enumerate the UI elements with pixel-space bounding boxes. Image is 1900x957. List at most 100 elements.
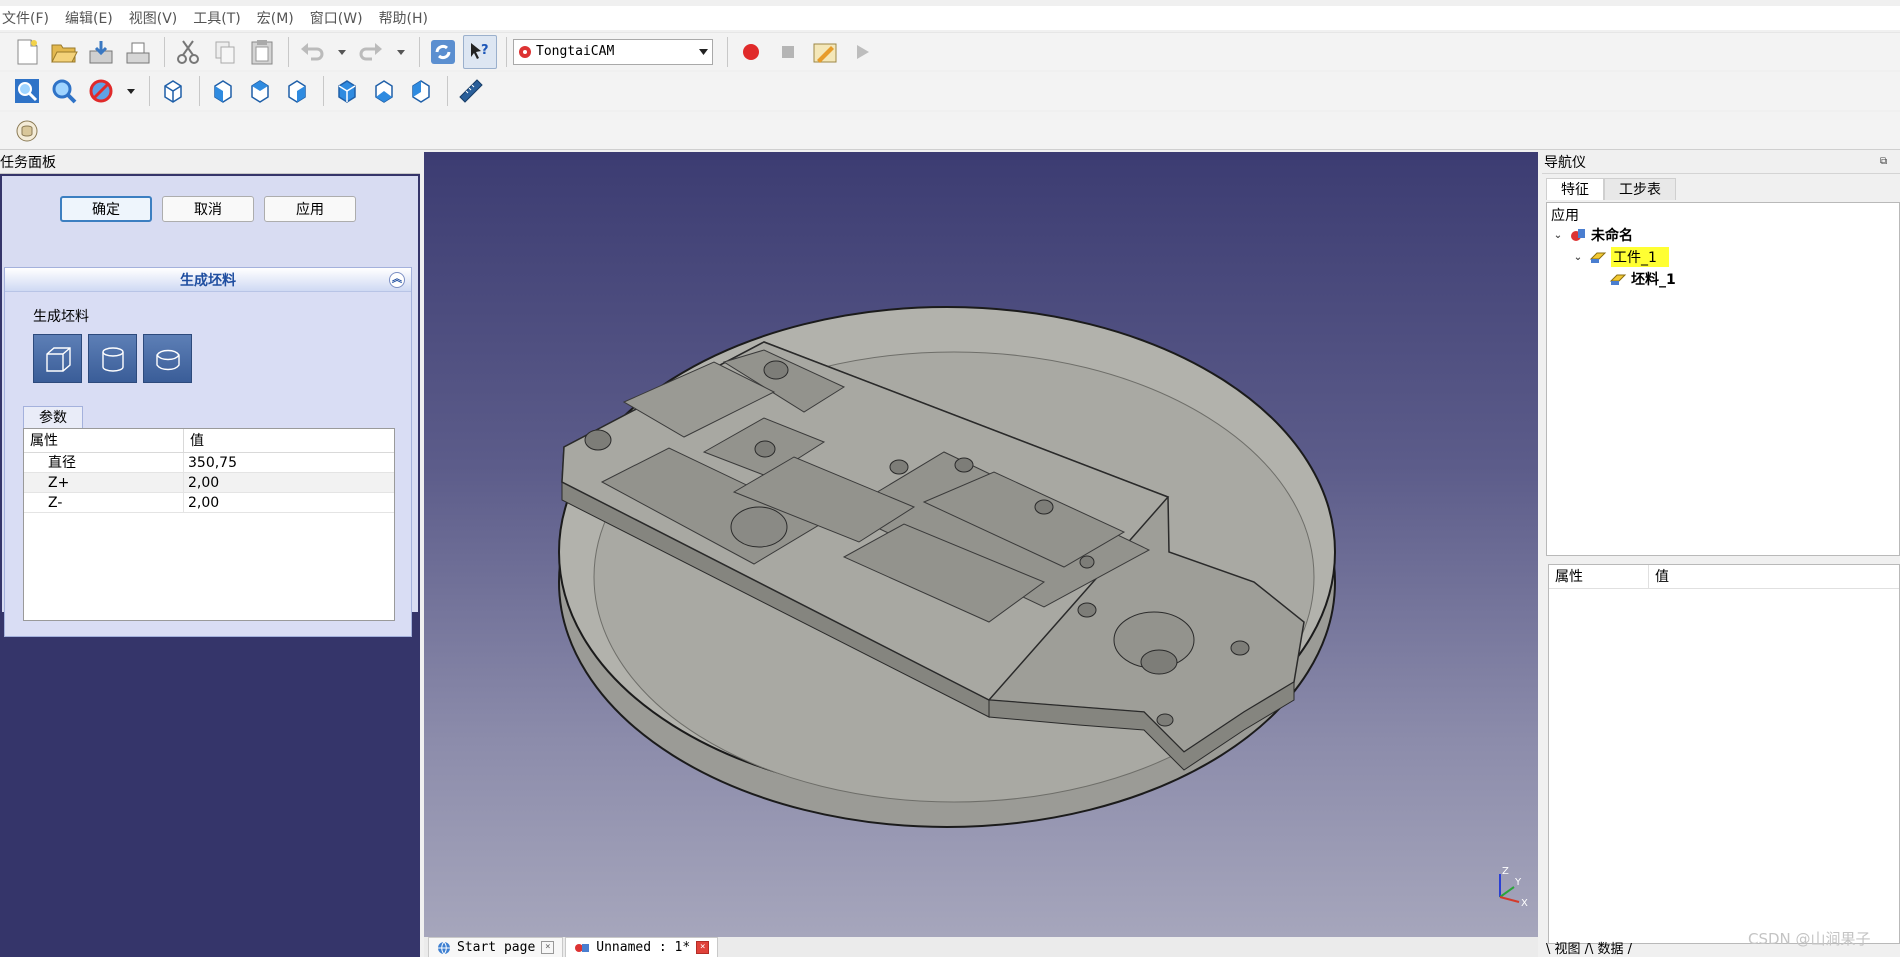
right-view-icon[interactable]: [280, 74, 314, 108]
left-view-icon[interactable]: [404, 74, 438, 108]
navigator-title-label: 导航仪: [1544, 155, 1586, 171]
tab-operations[interactable]: 工步表: [1604, 178, 1676, 200]
isometric-view-icon[interactable]: [156, 74, 190, 108]
menu-file[interactable]: 文件(F): [2, 8, 57, 28]
redo-dropdown-icon[interactable]: [391, 35, 411, 69]
rear-view-icon[interactable]: [330, 74, 364, 108]
group-title[interactable]: 生成坯料 ︽: [5, 268, 411, 292]
save-icon[interactable]: [84, 35, 118, 69]
copy-icon[interactable]: [208, 35, 242, 69]
box-stock-button[interactable]: [33, 334, 82, 383]
table-row[interactable]: 直径 350,75: [24, 453, 394, 473]
column-header-property: 属性: [1549, 565, 1649, 588]
axis-x-label: X: [1521, 898, 1528, 909]
tree-item-document[interactable]: ⌄ 未命名: [1551, 225, 1633, 245]
cut-icon[interactable]: [171, 35, 205, 69]
tab-unnamed[interactable]: Unnamed : 1* ×: [565, 937, 719, 957]
workbench-toolbar: [0, 112, 1900, 150]
apply-button[interactable]: 应用: [264, 196, 356, 222]
new-file-icon[interactable]: [10, 35, 44, 69]
property-view-tabs[interactable]: \ 视图 /\ 数据 /: [1546, 942, 1632, 957]
document-icon: [575, 943, 590, 952]
document-tab-bar: Start page × Unnamed : 1* ×: [424, 937, 1538, 957]
tree-item-label: 坯料_1: [1631, 272, 1676, 288]
task-panel: 任务面板 确定 取消 应用 生成坯料 ︽ 生成坯料 参数 属性 值 直径 350…: [0, 152, 420, 957]
menu-help[interactable]: 帮助(H): [371, 8, 436, 28]
cancel-button[interactable]: 取消: [162, 196, 254, 222]
stock-shape-buttons: [33, 334, 192, 383]
save-as-icon[interactable]: [121, 35, 155, 69]
refresh-icon[interactable]: [426, 35, 460, 69]
redo-icon[interactable]: [354, 35, 388, 69]
column-header-property: 属性: [24, 429, 184, 452]
box-stock-icon: [45, 346, 71, 372]
menu-view[interactable]: 视图(V): [121, 8, 186, 28]
collapse-icon[interactable]: ︽: [389, 272, 405, 288]
measure-icon[interactable]: [454, 74, 488, 108]
menu-edit[interactable]: 编辑(E): [57, 8, 121, 28]
tab-start-page[interactable]: Start page ×: [428, 937, 564, 957]
paste-icon[interactable]: [245, 35, 279, 69]
draw-style-dropdown-icon[interactable]: [121, 74, 141, 108]
property-value[interactable]: 2,00: [184, 493, 219, 512]
workbench-selector[interactable]: TongtaiCAM: [513, 38, 713, 65]
stock-icon: [1609, 271, 1627, 287]
menu-window[interactable]: 窗口(W): [302, 8, 371, 28]
part-icon[interactable]: [10, 114, 44, 148]
menu-macro[interactable]: 宏(M): [249, 8, 302, 28]
toolbar-separator: [506, 36, 507, 67]
extrusion-stock-button[interactable]: [143, 334, 192, 383]
table-row[interactable]: Z+ 2,00: [24, 473, 394, 493]
edit-macro-icon[interactable]: [808, 35, 842, 69]
chevron-down-icon: [699, 48, 708, 55]
property-value[interactable]: 350,75: [184, 453, 237, 472]
toolbar-separator: [288, 36, 289, 67]
undo-icon[interactable]: [295, 35, 329, 69]
tree-item-label: 未命名: [1591, 228, 1633, 244]
chevron-down-icon[interactable]: ⌄: [1551, 230, 1565, 241]
stop-macro-icon[interactable]: [771, 35, 805, 69]
axis-z-label: Z: [1502, 866, 1509, 877]
undo-dropdown-icon[interactable]: [332, 35, 352, 69]
tab-parameters[interactable]: 参数: [23, 406, 83, 428]
menu-tools[interactable]: 工具(T): [185, 8, 248, 28]
fit-selection-icon[interactable]: [47, 74, 81, 108]
tree-item-stock[interactable]: 坯料_1: [1609, 269, 1676, 289]
float-panel-icon[interactable]: ⧉: [1880, 156, 1892, 168]
property-value[interactable]: 2,00: [184, 473, 219, 492]
cad-model[interactable]: Z Y X: [424, 152, 1538, 937]
tree-item-workpiece[interactable]: ⌄ 工件_1: [1571, 247, 1669, 267]
main-toolbar: ? TongtaiCAM: [0, 32, 1900, 70]
group-title-label: 生成坯料: [180, 272, 236, 289]
tab-label: Unnamed : 1*: [596, 940, 691, 955]
cylinder-stock-icon: [101, 346, 124, 372]
cylinder-stock-button[interactable]: [88, 334, 137, 383]
property-view: 属性 值: [1548, 564, 1900, 944]
close-icon[interactable]: ×: [541, 941, 555, 954]
extrusion-stock-icon: [155, 349, 180, 370]
tree-item-label: 工件_1: [1611, 247, 1669, 267]
fit-all-icon[interactable]: [10, 74, 44, 108]
workbench-icon: [519, 45, 531, 58]
task-panel-title: 任务面板: [0, 152, 420, 174]
ok-button[interactable]: 确定: [60, 196, 152, 222]
open-icon[interactable]: [47, 35, 81, 69]
draw-style-icon[interactable]: [84, 74, 118, 108]
chevron-down-icon[interactable]: ⌄: [1571, 252, 1585, 263]
top-view-icon[interactable]: [243, 74, 277, 108]
feature-tree: 应用 ⌄ 未命名 ⌄ 工件_1 坯料_1: [1546, 202, 1900, 556]
tab-label: Start page: [457, 940, 536, 955]
bottom-view-icon[interactable]: [367, 74, 401, 108]
view-toolbar: [0, 72, 1900, 110]
record-macro-icon[interactable]: [734, 35, 768, 69]
front-view-icon[interactable]: [206, 74, 240, 108]
table-row[interactable]: Z- 2,00: [24, 493, 394, 513]
tab-features[interactable]: 特征: [1546, 178, 1604, 200]
document-icon: [1569, 227, 1587, 243]
3d-viewport[interactable]: Z Y X: [424, 152, 1538, 937]
globe-icon: [438, 941, 450, 954]
whats-this-icon[interactable]: ?: [463, 34, 497, 69]
close-icon[interactable]: ×: [696, 941, 710, 954]
run-macro-icon[interactable]: [845, 35, 879, 69]
axis-indicator: Z Y X: [1499, 866, 1528, 909]
